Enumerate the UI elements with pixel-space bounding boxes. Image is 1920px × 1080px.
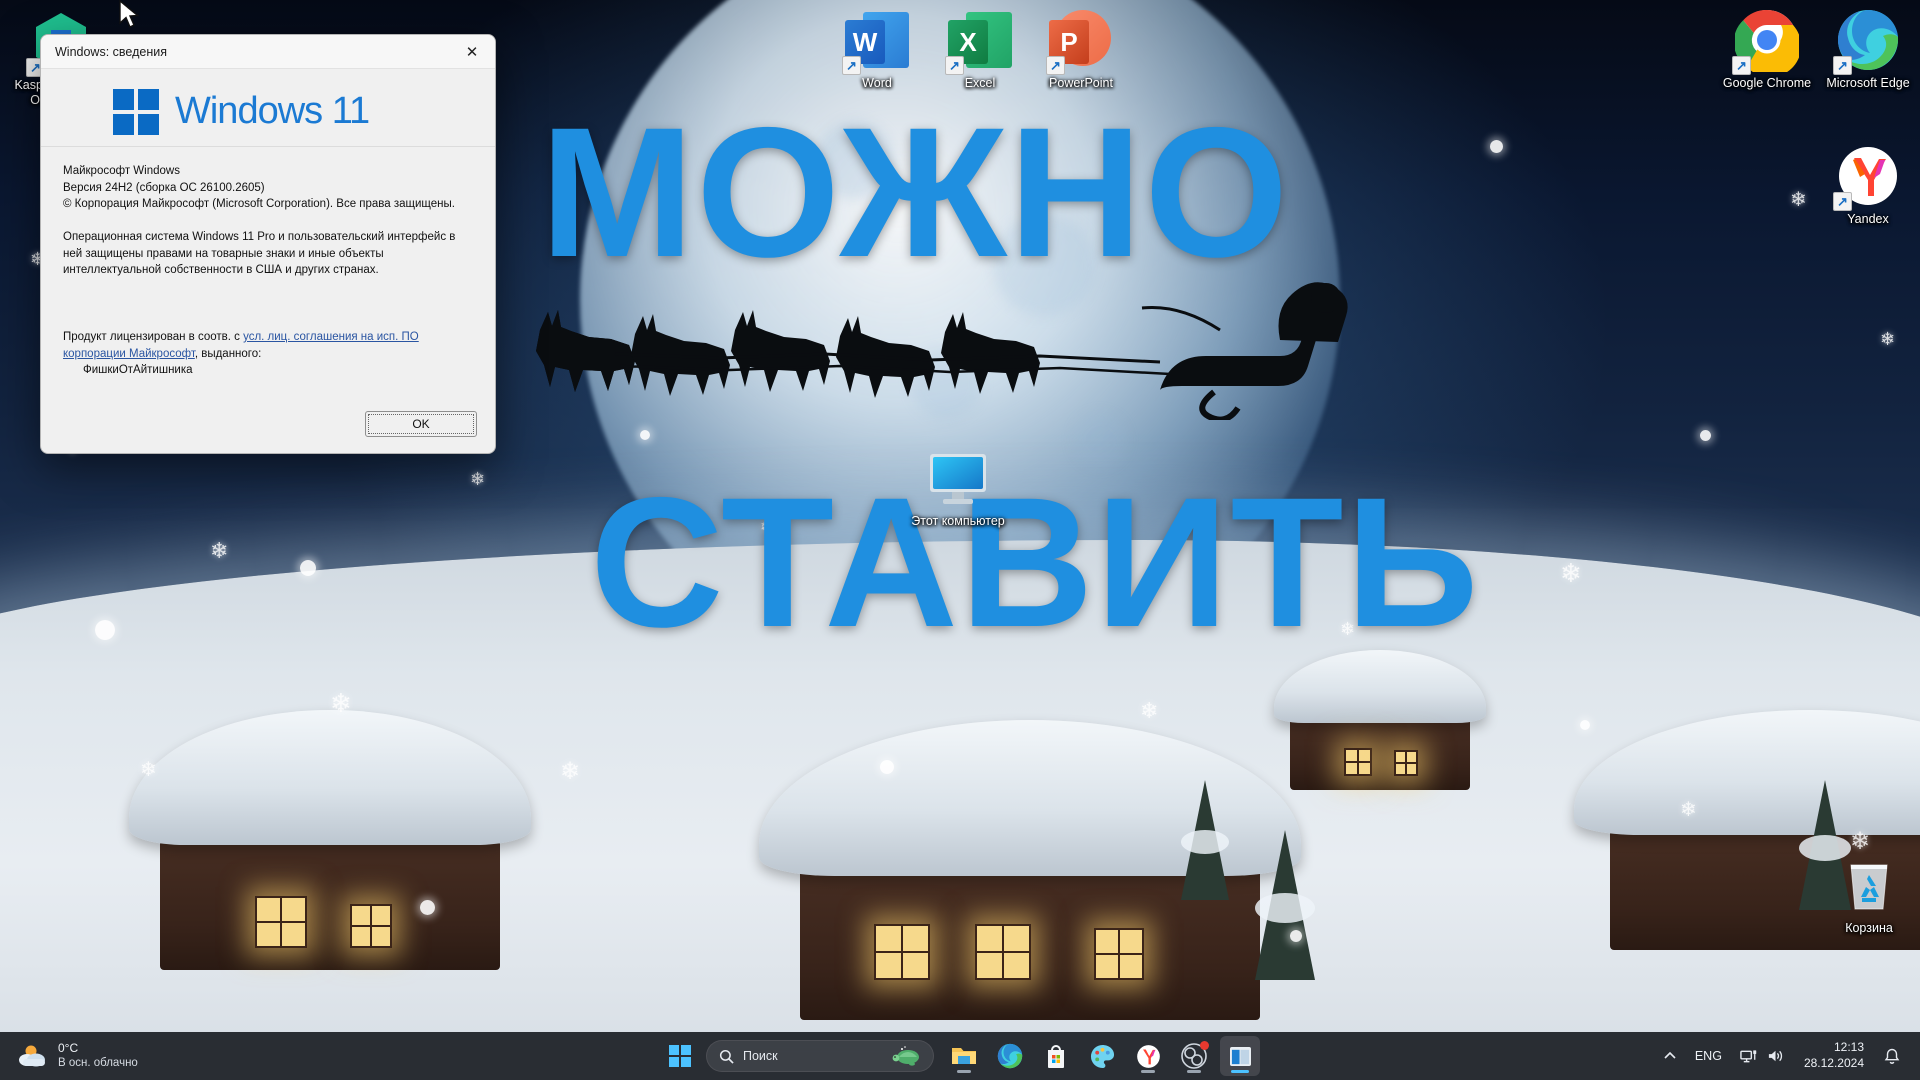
taskbar[interactable]: 0°C В осн. облачно Поиск ENG 12:13 28.12… [0,1032,1920,1080]
language-indicator[interactable]: ENG [1689,1037,1728,1075]
windows-about-dialog[interactable]: Windows: сведения ✕ Windows 11 Майкрософ… [40,34,496,454]
shortcut-arrow-icon: ↗ [945,56,964,75]
yandex-browser-button[interactable] [1128,1036,1168,1076]
desktop-icon-edge[interactable]: ↗ Microsoft Edge [1813,8,1920,91]
ok-button[interactable]: OK [365,411,477,437]
volume-icon [1768,1050,1782,1062]
palette-icon [1090,1044,1114,1068]
mouse-cursor [118,0,140,30]
desktop-icon-label: Yandex [1847,212,1889,226]
edge-icon [997,1043,1023,1069]
chrome-icon: ↗ [1732,8,1802,78]
excel-icon: X ↗ [945,8,1012,75]
dialog-body: Майкрософт Windows Версия 24H2 (сборка О… [41,147,495,279]
search-placeholder: Поиск [743,1049,778,1063]
shortcut-arrow-icon: ↗ [842,56,861,75]
weather-widget[interactable]: 0°C В осн. облачно [0,1032,152,1080]
window-icon [1229,1046,1251,1066]
copyright-text: © Корпорация Майкрософт (Microsoft Corpo… [63,198,455,211]
winver-window-button[interactable] [1220,1036,1260,1076]
overlay-headline-line2: СТАВИТЬ [590,460,1481,666]
search-icon [719,1049,734,1064]
license-prefix-text: Продукт лицензирован в соотв. с [63,331,244,343]
desktop-icon-label: Корзина [1845,921,1893,935]
this-pc-icon [926,446,990,510]
windows-brand-name: Windows 11 [175,90,370,132]
license-suffix-text: , выданного: [194,347,262,360]
weather-temperature: 0°C [58,1041,79,1056]
desktop-icon-recycle-bin[interactable]: Корзина [1814,853,1920,936]
taskbar-center-group: Поиск [660,1032,1260,1080]
recycle-bin-icon [1837,853,1901,917]
desktop-icon-chrome[interactable]: ↗ Google Chrome [1712,8,1822,91]
search-input[interactable]: Поиск [706,1040,934,1072]
obs-studio-button[interactable] [1174,1036,1214,1076]
powerpoint-icon: P ↗ [1046,8,1113,75]
windows-logo-icon [113,88,159,135]
house-back [1273,650,1487,790]
taskbar-system-tray: ENG 12:13 28.12.2024 [1655,1032,1920,1080]
license-block: Продукт лицензирован в соотв. с усл. лиц… [63,329,463,379]
folder-icon [952,1048,976,1064]
file-explorer-button[interactable] [944,1036,984,1076]
license-owner-text: ФишкиОтАйтишника [83,364,193,377]
overlay-headline-line1: МОЖНО [540,90,1291,296]
desktop-icon-label: Google Chrome [1722,76,1812,90]
notification-badge [1200,1041,1209,1050]
windows-branding: Windows 11 [41,69,495,147]
desktop-icon-yandex[interactable]: ↗ Yandex [1813,144,1920,227]
edge-button[interactable] [990,1036,1030,1076]
desktop-icon-powerpoint[interactable]: P ↗ PowerPoint [1026,8,1136,91]
desktop-icon-excel[interactable]: X ↗ Excel [925,8,1035,91]
tray-status-icons[interactable] [1732,1037,1792,1075]
close-icon[interactable]: ✕ [449,35,495,69]
dialog-title: Windows: сведения [55,44,167,59]
desktop-icon-word[interactable]: W ↗ Word [822,8,932,91]
weather-condition: В осн. облачно [58,1057,138,1070]
desktop-icon-label: Excel [964,76,996,90]
paint-button[interactable] [1082,1036,1122,1076]
network-icon [1740,1050,1757,1063]
clock-date: 28.12.2024 [1803,1056,1864,1070]
partly-cloudy-icon [19,1045,45,1067]
yandex-icon [1136,1044,1160,1068]
house-left [129,710,531,970]
windows-logo-icon [669,1045,691,1067]
store-bag-icon [1048,1044,1064,1068]
shortcut-arrow-icon: ↗ [1833,56,1852,75]
desktop-icon-label: Этот компьютер [911,514,1005,528]
version-text: Версия 24H2 (сборка ОС 26100.2605) [63,181,265,194]
desktop-icon-label: Microsoft Edge [1826,76,1910,90]
notifications-button[interactable] [1876,1037,1908,1075]
product-name-text: Майкрософт Windows [63,165,180,177]
turtle-icon [892,1046,919,1066]
bell-icon [1884,1048,1900,1064]
microsoft-store-button[interactable] [1036,1036,1076,1076]
clock-time: 12:13 [1833,1040,1864,1055]
shortcut-arrow-icon: ↗ [1833,192,1852,211]
edge-icon: ↗ [1833,8,1900,75]
shortcut-arrow-icon: ↗ [1732,56,1751,75]
desktop-screen: ❄ ❄ ❄ ❄ ❄ ❄ ❄ ❄ ❄ ❄ ❄ ❄ ❄ ❄ ❄ МОЖНО СТАВ… [0,0,1920,1080]
yandex-icon: ↗ [1833,144,1900,211]
clock-widget[interactable]: 12:13 28.12.2024 [1796,1037,1872,1075]
chevron-up-icon [1664,1051,1676,1059]
tray-overflow-button[interactable] [1655,1037,1685,1075]
shortcut-arrow-icon: ↗ [1046,56,1065,75]
legal-text: Операционная система Windows 11 Pro и по… [63,231,456,277]
dialog-titlebar[interactable]: Windows: сведения ✕ [41,35,495,69]
desktop-icon-this-pc[interactable]: Этот компьютер [903,446,1013,529]
start-button[interactable] [660,1036,700,1076]
desktop-icon-label: Word [862,76,892,90]
word-icon: W ↗ [842,8,909,75]
desktop-icon-label: PowerPoint [1049,76,1113,90]
